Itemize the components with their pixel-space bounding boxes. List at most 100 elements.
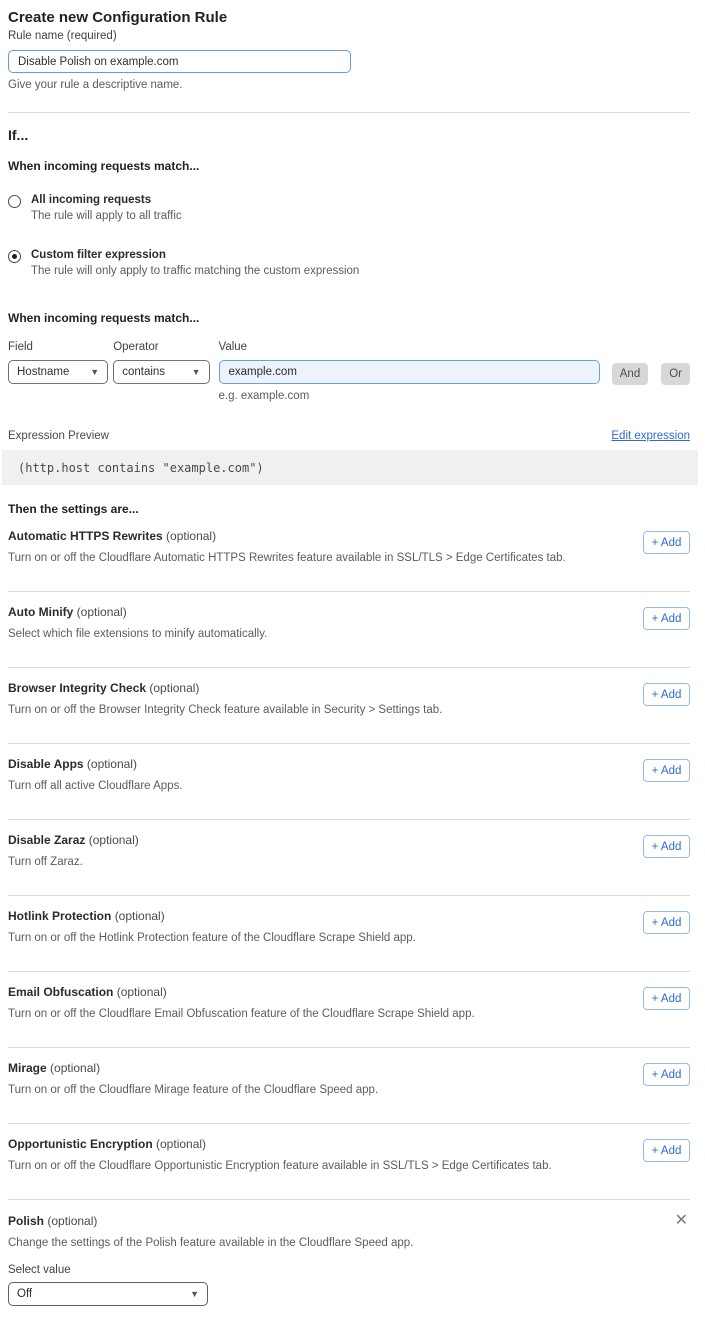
setting-title: Hotlink Protection (optional): [8, 909, 416, 923]
setting-optional-tag: (optional): [117, 985, 167, 999]
setting-row: Automatic HTTPS Rewrites (optional) Turn…: [8, 516, 690, 592]
settings-list: Automatic HTTPS Rewrites (optional) Turn…: [8, 516, 690, 1200]
add-button[interactable]: + Add: [643, 911, 690, 934]
setting-description: Turn on or off the Hotlink Protection fe…: [8, 932, 416, 944]
rule-name-input[interactable]: [8, 50, 351, 73]
setting-title: Disable Zaraz (optional): [8, 833, 139, 847]
page-title: Create new Configuration Rule: [8, 9, 690, 26]
setting-title: Browser Integrity Check (optional): [8, 681, 442, 695]
add-button[interactable]: + Add: [643, 607, 690, 630]
setting-optional-tag: (optional): [166, 529, 216, 543]
rule-name-label: Rule name (required): [8, 30, 117, 42]
add-button[interactable]: + Add: [643, 531, 690, 554]
value-label: Value: [219, 341, 600, 353]
radio-all-incoming-requests[interactable]: All incoming requests The rule will appl…: [8, 194, 690, 222]
setting-name: Browser Integrity Check: [8, 681, 146, 695]
radio-description: The rule will apply to all traffic: [31, 210, 182, 222]
setting-name: Hotlink Protection: [8, 909, 111, 923]
setting-name: Email Obfuscation: [8, 985, 113, 999]
setting-optional-tag: (optional): [89, 833, 139, 847]
setting-row: Email Obfuscation (optional) Turn on or …: [8, 972, 690, 1048]
field-select-value: Hostname: [17, 366, 84, 378]
radio-button-icon[interactable]: [8, 250, 21, 263]
select-value-label: Select value: [8, 1264, 690, 1276]
add-button[interactable]: + Add: [643, 987, 690, 1010]
setting-row: Hotlink Protection (optional) Turn on or…: [8, 896, 690, 972]
setting-optional-tag: (optional): [156, 1137, 206, 1151]
rule-name-hint: Give your rule a descriptive name.: [8, 79, 690, 91]
setting-row: Auto Minify (optional) Select which file…: [8, 592, 690, 668]
setting-description: Turn on or off the Cloudflare Opportunis…: [8, 1160, 552, 1172]
setting-description: Turn on or off the Cloudflare Email Obfu…: [8, 1008, 475, 1020]
setting-optional-tag: (optional): [50, 1061, 100, 1075]
setting-title: Polish (optional): [8, 1214, 97, 1228]
field-select[interactable]: Hostname ▼: [8, 360, 108, 384]
value-input[interactable]: [219, 360, 600, 384]
setting-row: Disable Apps (optional) Turn off all act…: [8, 744, 690, 820]
or-button[interactable]: Or: [661, 363, 690, 385]
chevron-down-icon: ▼: [192, 367, 201, 377]
radio-label: Custom filter expression: [31, 249, 359, 261]
value-hint: e.g. example.com: [219, 390, 600, 402]
operator-select[interactable]: contains ▼: [113, 360, 209, 384]
field-label: Field: [8, 341, 108, 353]
then-settings-heading: Then the settings are...: [8, 502, 690, 516]
add-button[interactable]: + Add: [643, 759, 690, 782]
setting-title: Email Obfuscation (optional): [8, 985, 475, 999]
setting-row: Disable Zaraz (optional) Turn off Zaraz.…: [8, 820, 690, 896]
setting-description: Turn on or off the Cloudflare Mirage fea…: [8, 1084, 378, 1096]
operator-label: Operator: [113, 341, 209, 353]
setting-name: Disable Apps: [8, 757, 84, 771]
polish-value-select[interactable]: Off ▼: [8, 1282, 208, 1306]
radio-custom-filter-expression[interactable]: Custom filter expression The rule will o…: [8, 249, 690, 277]
setting-name: Opportunistic Encryption: [8, 1137, 153, 1151]
setting-title: Disable Apps (optional): [8, 757, 183, 771]
radio-label: All incoming requests: [31, 194, 182, 206]
setting-name: Polish: [8, 1214, 44, 1228]
match-heading: When incoming requests match...: [8, 159, 690, 173]
setting-description: Select which file extensions to minify a…: [8, 628, 267, 640]
setting-row-polish: Polish (optional) ✕ Change the settings …: [8, 1200, 690, 1306]
setting-optional-tag: (optional): [77, 605, 127, 619]
expression-builder-row: Field Hostname ▼ Operator contains ▼ Val…: [8, 341, 690, 402]
radio-button-icon[interactable]: [8, 195, 21, 208]
setting-name: Automatic HTTPS Rewrites: [8, 529, 163, 543]
and-button[interactable]: And: [612, 363, 648, 385]
chevron-down-icon: ▼: [90, 367, 99, 377]
chevron-down-icon: ▼: [190, 1289, 199, 1299]
setting-row: Browser Integrity Check (optional) Turn …: [8, 668, 690, 744]
polish-select-value: Off: [17, 1288, 184, 1300]
create-configuration-rule-page: Create new Configuration Rule Rule name …: [0, 0, 705, 1318]
radio-description: The rule will only apply to traffic matc…: [31, 265, 359, 277]
setting-title: Mirage (optional): [8, 1061, 378, 1075]
setting-row: Opportunistic Encryption (optional) Turn…: [8, 1124, 690, 1200]
setting-description: Turn off Zaraz.: [8, 856, 139, 868]
setting-description: Turn on or off the Cloudflare Automatic …: [8, 552, 566, 564]
setting-name: Disable Zaraz: [8, 833, 85, 847]
incoming-requests-radio-group: All incoming requests The rule will appl…: [8, 194, 690, 277]
setting-optional-tag: (optional): [47, 1214, 97, 1228]
expression-preview-code: (http.host contains "example.com"): [2, 450, 698, 485]
add-button[interactable]: + Add: [643, 1139, 690, 1162]
if-heading: If...: [8, 127, 690, 143]
setting-description: Change the settings of the Polish featur…: [8, 1237, 690, 1249]
add-button[interactable]: + Add: [643, 835, 690, 858]
add-button[interactable]: + Add: [643, 683, 690, 706]
add-button[interactable]: + Add: [643, 1063, 690, 1086]
setting-optional-tag: (optional): [115, 909, 165, 923]
setting-name: Mirage: [8, 1061, 47, 1075]
close-icon[interactable]: ✕: [673, 1214, 690, 1228]
setting-row: Mirage (optional) Turn on or off the Clo…: [8, 1048, 690, 1124]
setting-title: Automatic HTTPS Rewrites (optional): [8, 529, 566, 543]
matcher-heading: When incoming requests match...: [8, 311, 690, 325]
setting-title: Auto Minify (optional): [8, 605, 267, 619]
setting-name: Auto Minify: [8, 605, 73, 619]
section-divider: [8, 112, 690, 113]
setting-optional-tag: (optional): [149, 681, 199, 695]
setting-title: Opportunistic Encryption (optional): [8, 1137, 552, 1151]
setting-description: Turn off all active Cloudflare Apps.: [8, 780, 183, 792]
operator-select-value: contains: [122, 366, 185, 378]
setting-optional-tag: (optional): [87, 757, 137, 771]
edit-expression-link[interactable]: Edit expression: [611, 430, 690, 442]
expression-preview-label: Expression Preview: [8, 430, 109, 442]
